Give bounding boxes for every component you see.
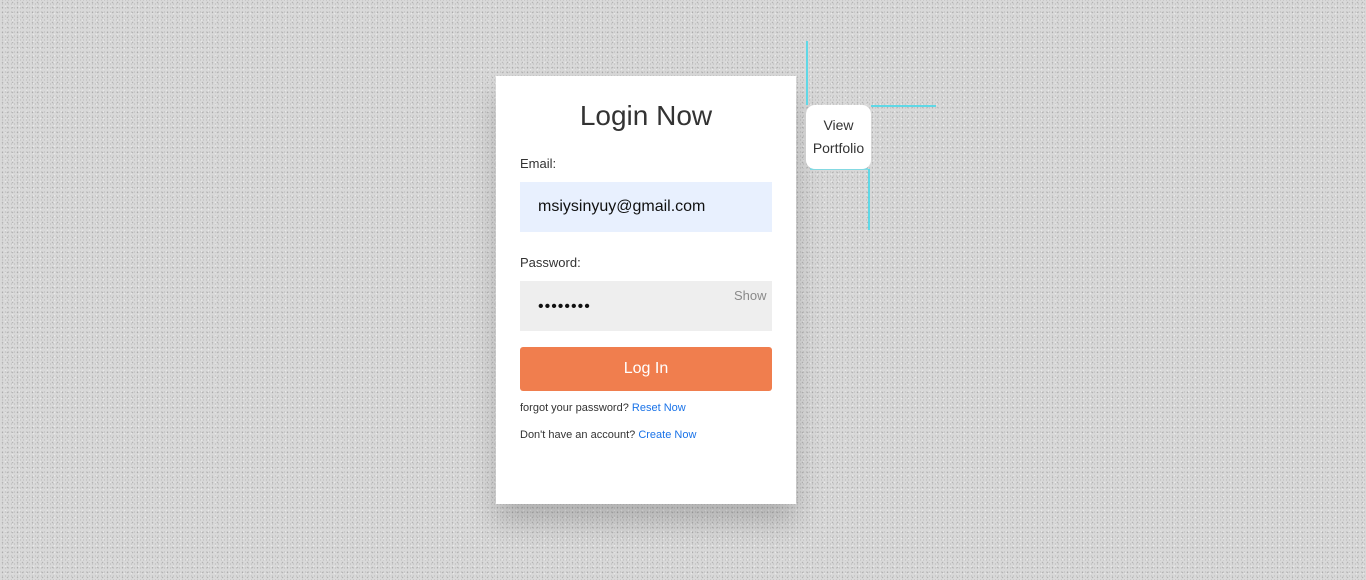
show-password-toggle[interactable]: Show [734, 288, 767, 303]
forgot-password-text: forgot your password? [520, 402, 629, 414]
no-account-text: Don't have an account? [520, 429, 636, 441]
password-label: Password: [520, 255, 581, 270]
reset-now-link[interactable]: Reset Now [632, 402, 686, 414]
email-label: Email: [520, 156, 557, 171]
create-account-row: Don't have an account? Create Now [520, 429, 696, 441]
portfolio-label-line1: View [823, 117, 854, 133]
page-title: Login Now [579, 100, 713, 131]
decor-line-top [806, 41, 808, 105]
forgot-password-row: forgot your password? Reset Now [520, 402, 686, 414]
email-field[interactable] [520, 182, 772, 232]
decor-line-bottom [868, 169, 870, 230]
decor-line-right [871, 105, 936, 107]
login-button[interactable]: Log In [520, 347, 772, 391]
login-card: Login Now Email: Password: Show Log In f… [496, 76, 796, 504]
portfolio-label-line2: Portfolio [812, 140, 865, 156]
create-now-link[interactable]: Create Now [638, 429, 696, 441]
view-portfolio-button[interactable]: View Portfolio [806, 105, 871, 169]
